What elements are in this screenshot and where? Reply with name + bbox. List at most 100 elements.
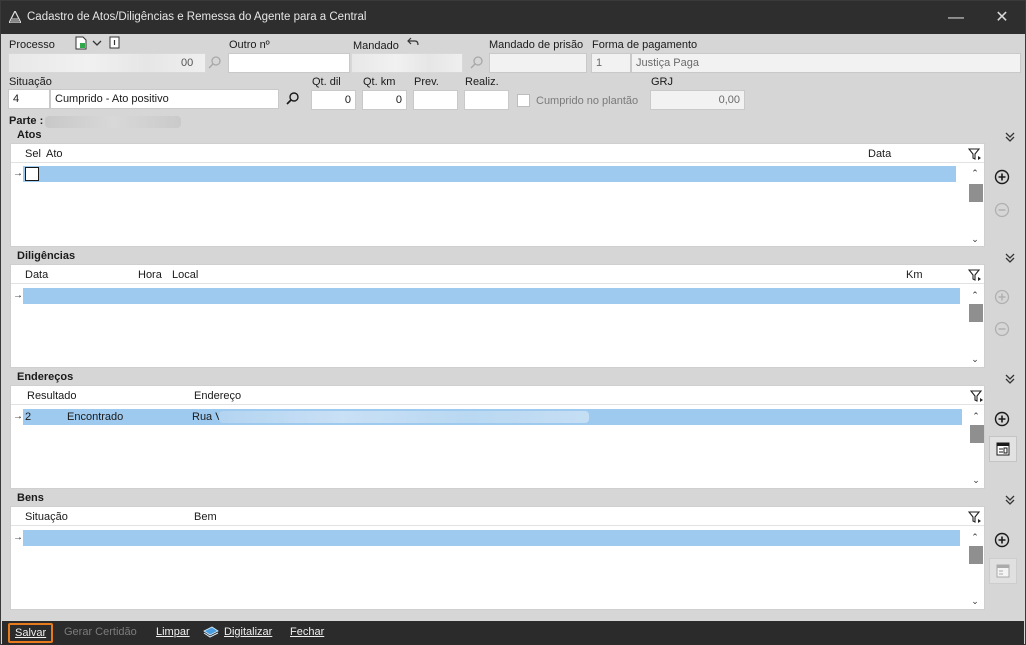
atos-section-title: Atos: [17, 129, 42, 141]
bens-grid-header: Situação Bem: [11, 507, 984, 526]
diligencias-grid: Data Hora Local Km → ⌃ ⌄: [10, 264, 985, 368]
atos-filter-icon[interactable]: [968, 147, 982, 161]
gerar-certidao-button[interactable]: Gerar Certidão: [64, 626, 137, 638]
endereco-redacted: [219, 411, 589, 423]
atos-col-sel[interactable]: Sel: [25, 148, 41, 160]
bens-collapse-icon[interactable]: [1003, 492, 1017, 506]
diligencias-scrollbar[interactable]: ⌃ ⌄: [967, 288, 983, 367]
atos-scrollbar[interactable]: ⌃ ⌄: [967, 166, 983, 246]
scroll-thumb[interactable]: [970, 425, 984, 443]
new-document-icon[interactable]: [74, 36, 88, 50]
diligencias-col-km[interactable]: Km: [906, 269, 923, 281]
bens-col-situacao[interactable]: Situação: [25, 511, 68, 523]
realiz-input[interactable]: [464, 90, 509, 110]
enderecos-col-resultado[interactable]: Resultado: [27, 390, 77, 402]
scroll-thumb[interactable]: [969, 304, 983, 322]
qt-km-input[interactable]: 0: [362, 90, 407, 110]
prev-input[interactable]: [413, 90, 458, 110]
processo-label: Processo: [9, 39, 55, 51]
scanner-icon[interactable]: [203, 625, 219, 639]
cumprido-plantao-checkbox[interactable]: [517, 94, 530, 107]
diligencias-collapse-icon[interactable]: [1003, 250, 1017, 264]
fechar-button[interactable]: Fechar: [290, 626, 324, 638]
grj-input[interactable]: 0,00: [650, 90, 745, 110]
enderecos-details-button[interactable]: [989, 436, 1017, 462]
atos-col-ato[interactable]: Ato: [46, 148, 63, 160]
atos-row-select-checkbox[interactable]: [25, 167, 39, 181]
cumprido-plantao-label: Cumprido no plantão: [536, 95, 639, 107]
atos-add-button[interactable]: [992, 167, 1012, 187]
enderecos-scrollbar[interactable]: ⌃ ⌄: [968, 409, 984, 488]
minus-circle-icon: [994, 321, 1010, 337]
diligencias-grid-header: Data Hora Local Km: [11, 265, 984, 284]
scroll-down-icon[interactable]: ⌄: [968, 473, 984, 487]
situacao-code[interactable]: 4: [8, 89, 50, 109]
bens-col-bem[interactable]: Bem: [194, 511, 217, 523]
undo-icon[interactable]: [407, 37, 419, 47]
diligencias-filter-icon[interactable]: [968, 268, 982, 282]
qt-dil-input[interactable]: 0: [311, 90, 356, 110]
digitalizar-button[interactable]: Digitalizar: [224, 626, 272, 638]
info-document-icon[interactable]: [109, 36, 120, 49]
diligencias-col-local[interactable]: Local: [172, 269, 198, 281]
mandado-prisao-input[interactable]: [489, 53, 587, 73]
processo-search-icon[interactable]: [207, 55, 223, 71]
diligencias-col-data[interactable]: Data: [25, 269, 48, 281]
outro-input[interactable]: [228, 53, 350, 73]
plus-circle-icon: [994, 532, 1010, 548]
enderecos-row[interactable]: 2 Encontrado Rua V: [23, 409, 962, 425]
plus-circle-icon: [994, 169, 1010, 185]
situacao-search-icon[interactable]: [285, 91, 301, 107]
processo-input[interactable]: [8, 53, 206, 73]
diligencias-col-hora[interactable]: Hora: [138, 269, 162, 281]
form-details-icon: [996, 442, 1010, 456]
bens-details-button[interactable]: [989, 558, 1017, 584]
atos-collapse-icon[interactable]: [1003, 129, 1017, 143]
dialog-window: Cadastro de Atos/Diligências e Remessa d…: [0, 0, 1026, 645]
mandado-search-icon[interactable]: [469, 55, 485, 71]
atos-row-pointer-icon: →: [13, 168, 23, 179]
scroll-up-icon[interactable]: ⌃: [967, 288, 983, 302]
bens-scrollbar[interactable]: ⌃ ⌄: [967, 530, 983, 609]
bens-row[interactable]: [23, 530, 960, 546]
diligencias-row[interactable]: [23, 288, 960, 304]
atos-row[interactable]: [23, 166, 956, 182]
forma-pagamento-code[interactable]: 1: [591, 53, 631, 73]
scroll-thumb[interactable]: [969, 546, 983, 564]
enderecos-row-endereco: Rua V: [192, 411, 223, 423]
forma-pagamento-value[interactable]: Justiça Paga: [631, 53, 1021, 73]
scroll-up-icon[interactable]: ⌃: [967, 166, 983, 180]
enderecos-row-pointer-icon: →: [13, 411, 23, 422]
diligencias-add-button[interactable]: [992, 287, 1012, 307]
scroll-down-icon[interactable]: ⌄: [967, 232, 983, 246]
bens-grid: Situação Bem → ⌃ ⌄: [10, 506, 985, 610]
atos-col-data[interactable]: Data: [868, 148, 891, 160]
scroll-up-icon[interactable]: ⌃: [967, 530, 983, 544]
enderecos-filter-icon[interactable]: [970, 389, 984, 403]
scroll-thumb[interactable]: [969, 184, 983, 202]
enderecos-add-button[interactable]: [992, 409, 1012, 429]
window-title: Cadastro de Atos/Diligências e Remessa d…: [27, 11, 367, 23]
close-button[interactable]: ✕: [987, 7, 1017, 29]
diligencias-remove-button[interactable]: [992, 319, 1012, 339]
realiz-label: Realiz.: [465, 76, 499, 88]
chevron-down-icon[interactable]: [92, 39, 102, 47]
scroll-down-icon[interactable]: ⌄: [967, 352, 983, 366]
grj-label: GRJ: [651, 76, 673, 88]
scroll-up-icon[interactable]: ⌃: [968, 409, 984, 423]
limpar-button[interactable]: Limpar: [156, 626, 190, 638]
salvar-button[interactable]: Salvar: [8, 623, 54, 643]
enderecos-col-endereco[interactable]: Endereço: [194, 390, 241, 402]
plus-circle-icon: [994, 289, 1010, 305]
scroll-down-icon[interactable]: ⌄: [967, 594, 983, 608]
enderecos-row-num: 2: [25, 411, 32, 423]
diligencias-section-title: Diligências: [17, 250, 76, 262]
atos-remove-button[interactable]: [992, 200, 1012, 220]
plus-circle-icon: [994, 411, 1010, 427]
bens-add-button[interactable]: [992, 530, 1012, 550]
mandado-input[interactable]: [351, 53, 463, 73]
situacao-value[interactable]: Cumprido - Ato positivo: [50, 89, 279, 109]
enderecos-collapse-icon[interactable]: [1003, 371, 1017, 385]
minimize-button[interactable]: —: [941, 7, 971, 29]
bens-filter-icon[interactable]: [968, 510, 982, 524]
